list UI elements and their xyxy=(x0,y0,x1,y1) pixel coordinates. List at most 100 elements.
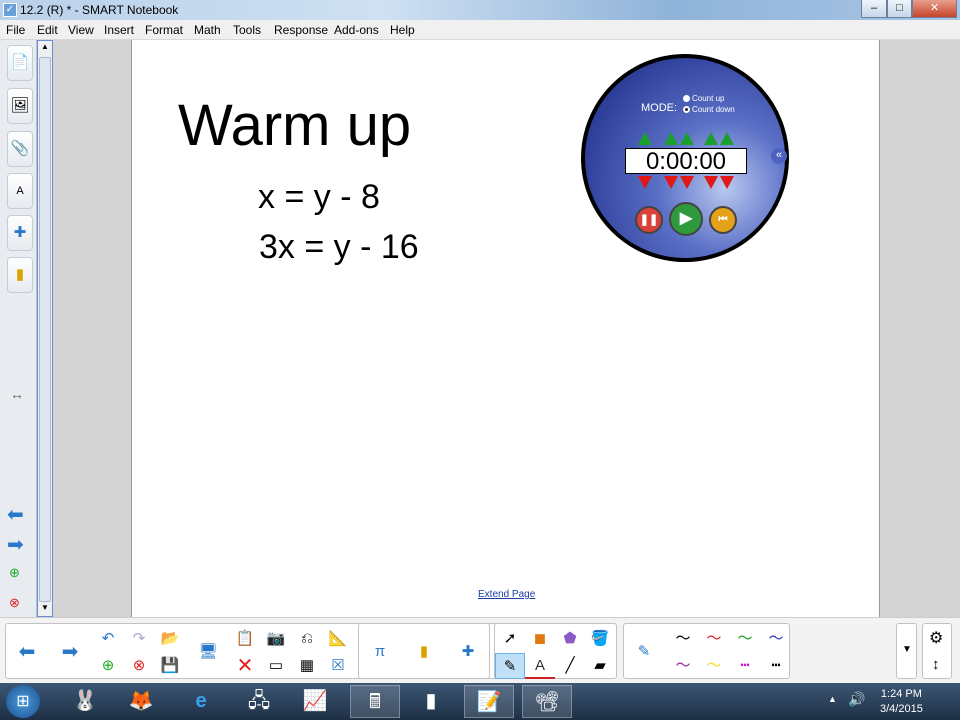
delete-button[interactable]: ✕ xyxy=(230,653,260,679)
table-button[interactable]: ▦ xyxy=(292,653,322,679)
properties-tab[interactable]: A xyxy=(7,173,33,209)
extend-page-link[interactable]: Extend Page xyxy=(478,589,535,600)
response-tab[interactable]: ▮ xyxy=(7,257,33,293)
menu-response[interactable]: Response xyxy=(274,20,328,40)
menu-format[interactable]: Format xyxy=(145,20,183,40)
text-tool[interactable]: A xyxy=(525,653,555,679)
gallery-tab[interactable]: 🖼 xyxy=(7,88,33,124)
minutes-down-arrow[interactable] xyxy=(680,176,694,189)
close-button[interactable]: ✕ xyxy=(912,0,957,18)
system-clock[interactable]: 1:24 PM 3/4/2015 xyxy=(880,687,923,717)
undo-button[interactable]: ↶ xyxy=(93,626,123,652)
count-up-radio[interactable]: Count up xyxy=(683,94,724,103)
delete-page-tool[interactable]: ⊗ xyxy=(124,653,154,679)
addons-puzzle-button[interactable]: ✚ xyxy=(453,639,483,665)
menu-view[interactable]: View xyxy=(68,20,94,40)
pen-magenta-dashed[interactable]: ┅ xyxy=(730,653,760,679)
page-sorter-tab[interactable]: 📄 xyxy=(7,45,33,81)
taskbar-firefox[interactable]: 🦊 xyxy=(116,685,166,718)
screen-capture-button[interactable]: 📷 xyxy=(261,626,291,652)
taskbar-app-graph[interactable]: 📈 xyxy=(290,685,340,718)
taskbar-calculator-app[interactable]: 🐰 xyxy=(60,685,110,718)
hours-up-arrow[interactable] xyxy=(638,132,652,145)
response-button[interactable]: ▮ xyxy=(409,639,439,665)
previous-page-tool[interactable]: ⬅ xyxy=(12,639,42,665)
scroll-thumb[interactable] xyxy=(39,57,51,602)
pen-green[interactable]: 〜 xyxy=(730,626,760,652)
count-down-radio[interactable]: Count down xyxy=(683,105,735,114)
attachments-tab[interactable]: 📎 xyxy=(7,131,33,167)
menu-edit[interactable]: Edit xyxy=(37,20,58,40)
shapes-tool[interactable]: ◼ xyxy=(525,626,555,652)
pen-type-button[interactable]: ✎ xyxy=(629,639,659,665)
tens-minutes-down-arrow[interactable] xyxy=(664,176,678,189)
addons-tab[interactable]: ✚ xyxy=(7,215,33,251)
clear-page-button[interactable]: ☒ xyxy=(323,653,353,679)
redo-button[interactable]: ↷ xyxy=(124,626,154,652)
hours-down-arrow[interactable] xyxy=(638,176,652,189)
seconds-up-arrow[interactable] xyxy=(720,132,734,145)
measurement-tools-button[interactable]: 📐 xyxy=(323,626,353,652)
delete-page-button[interactable]: ⊗ xyxy=(9,595,20,611)
pen-blue[interactable]: 〜 xyxy=(761,626,791,652)
equation-1[interactable]: x = y - 8 xyxy=(258,178,380,217)
notebook-page[interactable]: Warm up x = y - 8 3x = y - 16 Extend Pag… xyxy=(131,40,880,617)
customize-toolbar-gear-icon[interactable]: ⚙ xyxy=(929,628,943,648)
scroll-up-arrow[interactable]: ▲ xyxy=(39,42,51,54)
taskbar-calculator[interactable]: 🖩 xyxy=(350,685,400,718)
add-page-button[interactable]: ⊕ xyxy=(9,565,20,581)
pen-black-dashed[interactable]: ┅ xyxy=(761,653,791,679)
taskbar-smart-notebook[interactable]: 📝 xyxy=(464,685,514,718)
maximize-button[interactable]: □ xyxy=(887,0,912,18)
pen-purple[interactable]: 〜 xyxy=(668,653,698,679)
move-toolbar-arrows-icon[interactable]: ↕ xyxy=(932,656,940,673)
minimize-button[interactable]: ‒ xyxy=(861,0,887,18)
open-file-button[interactable]: 📂 xyxy=(155,626,185,652)
menu-addons[interactable]: Add-ons xyxy=(334,20,379,40)
reset-button[interactable]: ⏮ xyxy=(709,206,737,234)
document-camera-button[interactable]: ⎌ xyxy=(292,626,322,652)
page-heading[interactable]: Warm up xyxy=(178,92,411,159)
show-hidden-icons-arrow[interactable]: ▲ xyxy=(828,694,837,704)
taskbar-app-network[interactable]: 🖧 xyxy=(234,685,284,718)
menu-insert[interactable]: Insert xyxy=(104,20,134,40)
collapse-chevron-icon[interactable]: « xyxy=(771,148,787,164)
select-tool[interactable]: ➚ xyxy=(495,626,525,652)
pause-button[interactable]: ❚❚ xyxy=(635,206,663,234)
taskbar-internet-explorer[interactable]: e xyxy=(176,685,226,718)
minutes-up-arrow[interactable] xyxy=(680,132,694,145)
resize-arrows-icon[interactable]: ↔ xyxy=(10,386,24,402)
side-scrollbar[interactable]: ▲ ▼ xyxy=(37,40,53,617)
tens-seconds-up-arrow[interactable] xyxy=(704,132,718,145)
next-page-tool[interactable]: ➡ xyxy=(55,639,85,665)
add-page-tool[interactable]: ⊕ xyxy=(93,653,123,679)
pen-black[interactable]: 〜 xyxy=(668,626,698,652)
pen-yellow[interactable]: 〜 xyxy=(699,653,729,679)
equation-2[interactable]: 3x = y - 16 xyxy=(259,228,419,267)
next-page-button[interactable]: ➡ xyxy=(7,532,24,557)
volume-icon[interactable]: 🔊 xyxy=(848,691,865,708)
pens-tool[interactable]: ✎ xyxy=(495,653,525,679)
toolbar-overflow-dropdown[interactable]: ▼ xyxy=(896,623,917,679)
tens-seconds-down-arrow[interactable] xyxy=(704,176,718,189)
play-button[interactable]: ▶ xyxy=(669,202,703,236)
math-tools-button[interactable]: π xyxy=(365,639,395,665)
menu-math[interactable]: Math xyxy=(194,20,221,40)
menu-help[interactable]: Help xyxy=(390,20,415,40)
full-screen-button[interactable]: ▭ xyxy=(261,653,291,679)
eraser-tool[interactable]: ▰ xyxy=(585,653,615,679)
menu-tools[interactable]: Tools xyxy=(233,20,261,40)
seconds-down-arrow[interactable] xyxy=(720,176,734,189)
tens-minutes-up-arrow[interactable] xyxy=(664,132,678,145)
regular-polygons-tool[interactable]: ⬟ xyxy=(555,626,585,652)
taskbar-app-meter[interactable]: ▮ xyxy=(406,685,456,718)
scroll-down-arrow[interactable]: ▼ xyxy=(39,603,51,615)
start-button[interactable]: ⊞ xyxy=(6,685,40,718)
taskbar-document-camera[interactable]: 📽 xyxy=(522,685,572,718)
fill-tool[interactable]: 🪣 xyxy=(585,626,615,652)
menu-file[interactable]: File xyxy=(6,20,25,40)
save-button[interactable]: 💾 xyxy=(155,653,185,679)
lines-tool[interactable]: ╱ xyxy=(555,653,585,679)
previous-page-button[interactable]: ⬅ xyxy=(7,502,24,527)
screen-shade-button[interactable]: 🖥 xyxy=(193,639,223,665)
